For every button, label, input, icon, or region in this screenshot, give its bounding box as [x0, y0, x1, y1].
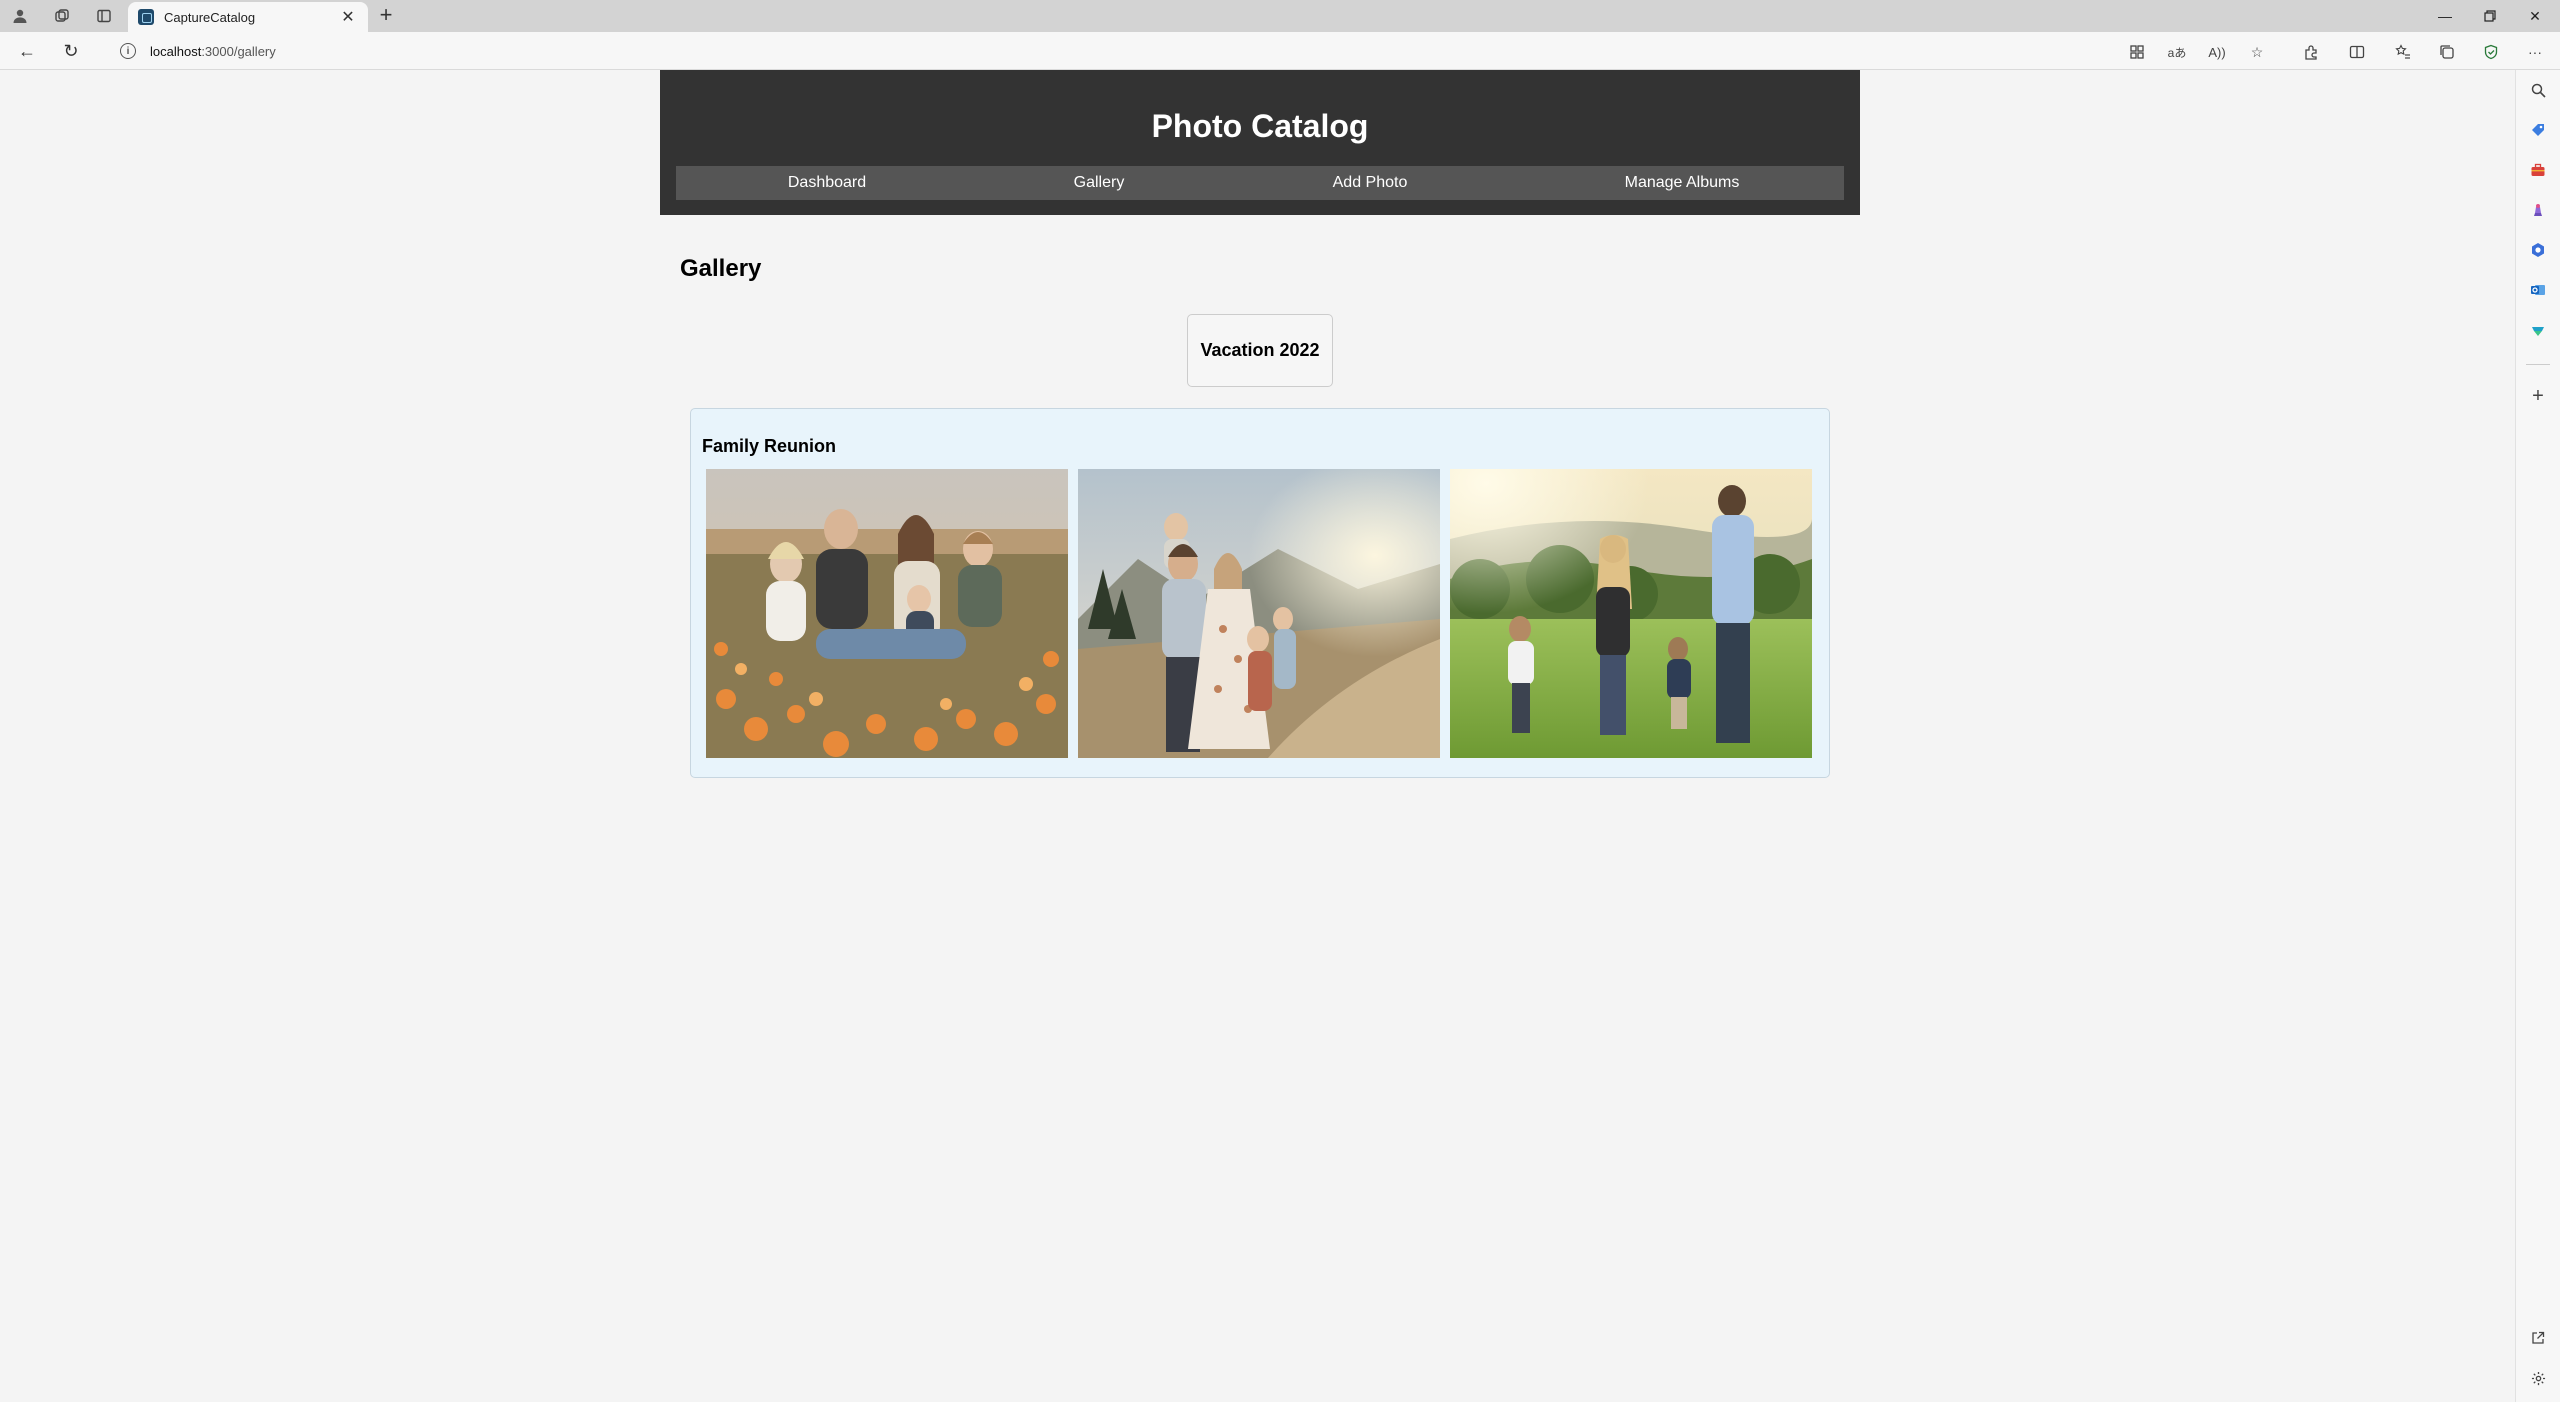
close-window-icon[interactable]: ✕ [2512, 0, 2558, 32]
tab-title: CaptureCatalog [164, 9, 256, 25]
refresh-icon[interactable]: ↻ [58, 39, 84, 63]
settings-more-icon[interactable]: ··· [2524, 41, 2546, 63]
nav-dashboard[interactable]: Dashboard [676, 166, 978, 200]
restore-icon[interactable] [2467, 0, 2513, 32]
album-title: Family Reunion [702, 436, 837, 456]
site-favicon-icon [138, 9, 154, 25]
read-aloud-icon[interactable]: A)) [2206, 41, 2228, 63]
sidebar-games-icon[interactable] [2528, 200, 2548, 220]
sidebar-drop-icon[interactable] [2528, 320, 2548, 340]
url-field[interactable]: i localhost:3000/gallery [104, 37, 2264, 65]
sidebar-divider [2526, 364, 2550, 365]
photo-thumbnail[interactable] [706, 469, 1068, 758]
browser-tab-active[interactable]: CaptureCatalog ✕ [128, 2, 368, 32]
sidebar-tools-icon[interactable] [2528, 160, 2548, 180]
sidebar-outlook-icon[interactable] [2528, 280, 2548, 300]
address-bar-row: ← ↻ i localhost:3000/gallery aあ A)) ☆ ··… [0, 32, 2560, 70]
album-family-reunion: Family Reunion [690, 408, 1830, 778]
site-header: Photo Catalog Dashboard Gallery Add Phot… [660, 70, 1860, 215]
profile-icon[interactable] [8, 4, 32, 28]
sidebar-add-icon[interactable]: + [2528, 385, 2548, 407]
minimize-icon[interactable]: — [2422, 0, 2468, 32]
translate-icon[interactable]: aあ [2166, 41, 2188, 63]
close-tab-icon[interactable]: ✕ [338, 7, 358, 27]
workspaces-icon[interactable] [50, 4, 74, 28]
sidebar-search-icon[interactable] [2528, 80, 2548, 100]
split-screen-icon[interactable] [2346, 41, 2368, 63]
sidebar-settings-gear-icon[interactable] [2528, 1368, 2548, 1388]
browser-tab-bar: CaptureCatalog ✕ + — ✕ [0, 0, 2560, 32]
collections-icon[interactable] [2436, 41, 2458, 63]
url-host: localhost [150, 43, 202, 59]
favorite-star-icon[interactable]: ☆ [2246, 41, 2268, 63]
page-title: Gallery [680, 255, 762, 282]
sidebar-copilot-icon[interactable] [2528, 240, 2548, 260]
browser-essentials-icon[interactable] [2480, 41, 2502, 63]
tab-actions-icon[interactable] [92, 4, 116, 28]
photo-thumbnail[interactable] [1450, 469, 1812, 758]
url-path: :3000/gallery [201, 43, 276, 59]
album-card-vacation-2022[interactable]: Vacation 2022 [1187, 314, 1333, 387]
nav-manage-albums[interactable]: Manage Albums [1520, 166, 1844, 200]
sidebar-shopping-icon[interactable] [2528, 120, 2548, 140]
photo-thumbnail[interactable] [1078, 469, 1440, 758]
nav-gallery[interactable]: Gallery [978, 166, 1220, 200]
site-info-icon[interactable]: i [120, 43, 136, 59]
nav-add-photo[interactable]: Add Photo [1220, 166, 1520, 200]
sidebar-open-external-icon[interactable] [2528, 1328, 2548, 1348]
new-tab-icon[interactable]: + [374, 4, 398, 28]
site-title: Photo Catalog [1151, 108, 1369, 144]
main-nav: Dashboard Gallery Add Photo Manage Album… [676, 166, 1844, 200]
app-available-icon[interactable] [2126, 41, 2148, 63]
back-icon[interactable]: ← [14, 39, 40, 63]
favorites-icon[interactable] [2392, 41, 2414, 63]
browser-sidebar: + [2515, 70, 2560, 1402]
extensions-icon[interactable] [2300, 41, 2322, 63]
